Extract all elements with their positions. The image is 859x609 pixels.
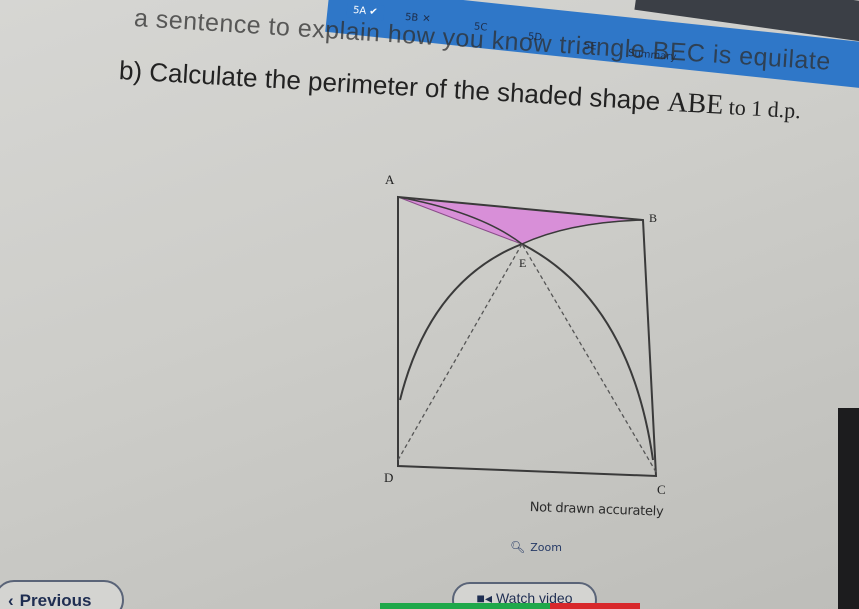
zoom-button[interactable]: 🔍︎ Zoom bbox=[510, 540, 562, 554]
tab-label: 5A bbox=[352, 4, 367, 18]
dashed-line-ce bbox=[521, 243, 657, 473]
progress-strip bbox=[380, 603, 640, 609]
geometry-figure: A B E D C bbox=[384, 172, 666, 497]
zoom-label: Zoom bbox=[530, 540, 562, 554]
question-shape-name: ABE bbox=[666, 86, 725, 121]
figure-note: Not drawn accurately bbox=[529, 500, 664, 520]
device-bezel bbox=[838, 408, 859, 609]
magnifier-icon: 🔍︎ bbox=[510, 540, 526, 554]
question-suffix: to 1 d.p. bbox=[722, 93, 802, 124]
progress-incorrect bbox=[550, 603, 640, 609]
shaded-shape-abe bbox=[397, 196, 644, 245]
progress-correct bbox=[380, 603, 550, 609]
screen: 5A ✔ 5B ✕ 5C 5D 5E Summary a sentence to e… bbox=[0, 0, 859, 609]
question-prefix: b) Calculate the perimeter of the shaded… bbox=[118, 55, 669, 117]
check-icon: ✔ bbox=[368, 6, 379, 19]
previous-label: Previous bbox=[19, 591, 92, 609]
chevron-left-icon: ‹ bbox=[8, 591, 14, 609]
label-d: D bbox=[384, 470, 393, 485]
label-c: C bbox=[657, 482, 666, 497]
label-e: E bbox=[519, 256, 526, 270]
label-b: B bbox=[649, 211, 657, 225]
arc-left bbox=[399, 243, 523, 401]
previous-button[interactable]: ‹ Previous bbox=[0, 580, 124, 609]
label-a: A bbox=[385, 172, 395, 187]
